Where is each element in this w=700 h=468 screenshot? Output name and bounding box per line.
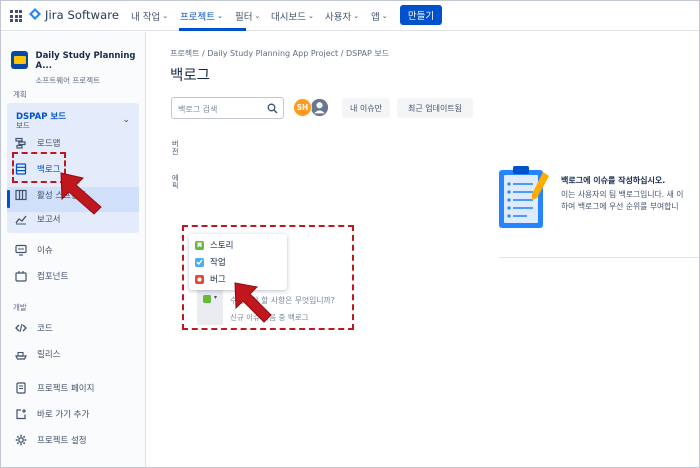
clipboard-illustration-icon	[499, 166, 549, 228]
nav-filters[interactable]: 필터 ⌄	[235, 9, 260, 23]
app-name: Jira Software	[45, 8, 120, 22]
roadmap-icon	[15, 137, 26, 149]
breadcrumb[interactable]: 프로젝트 / Daily Study Planning App Project …	[170, 48, 389, 59]
task-icon	[195, 257, 204, 267]
sidebar-item-issues[interactable]: 이슈	[15, 242, 53, 258]
avatar-user[interactable]: SH	[293, 98, 312, 117]
chevron-down-icon: ▾	[214, 294, 218, 301]
nav-dashboards[interactable]: 대시보드 ⌄	[271, 9, 314, 23]
filter-recently-updated-button[interactable]: 최근 업데이트됨	[397, 98, 473, 118]
sidebar-item-project-pages[interactable]: 프로젝트 페이지	[15, 380, 94, 396]
menu-item-bug[interactable]: 버그	[195, 272, 226, 286]
section-planning: 계획	[13, 90, 27, 99]
issue-type-selector[interactable]: ▾	[197, 290, 223, 325]
menu-item-label: 스토리	[210, 241, 234, 251]
chevron-down-icon: ⌄	[254, 12, 261, 20]
sidebar-item-code[interactable]: 코드	[15, 320, 53, 336]
active-nav-indicator	[179, 28, 246, 31]
add-shortcut-icon	[16, 409, 26, 420]
jira-window: Jira Software 내 작업 ⌄ 프로젝트 ⌄ 필터 ⌄ 대시보드 ⌄ 사용자 ⌄…	[0, 0, 700, 468]
jira-logo[interactable]: Jira Software	[29, 8, 119, 22]
nav-label: 내 작업	[131, 12, 161, 23]
chevron-down-icon[interactable]: ⌄	[122, 115, 130, 125]
jira-logo-icon	[29, 8, 41, 20]
issues-icon	[15, 244, 27, 256]
epics-panel-toggle[interactable]: 에픽	[172, 174, 180, 190]
nav-label: 필터	[235, 12, 253, 23]
project-name: Daily Study Planning A...	[35, 51, 136, 71]
sidebar-item-project-settings[interactable]: 프로젝트 설정	[15, 432, 87, 448]
sidebar-item-label: 로드맵	[37, 139, 61, 149]
nav-people[interactable]: 사용자 ⌄	[325, 9, 359, 23]
chevron-down-icon: ⌄	[353, 12, 360, 20]
board-sub: 보드	[16, 121, 30, 130]
sidebar-item-label: 바로 가기 추가	[37, 410, 90, 420]
ship-icon	[15, 351, 27, 360]
board-columns-icon	[15, 189, 27, 201]
sidebar-item-roadmap[interactable]: 로드맵	[15, 135, 60, 151]
page-title: 백로그	[170, 68, 211, 84]
backlog-divider	[499, 257, 699, 258]
sidebar-item-label: 프로젝트 페이지	[37, 384, 95, 394]
story-icon	[203, 295, 211, 303]
sidebar-item-components[interactable]: 컴포넌트	[15, 268, 68, 284]
sidebar-item-label: 코드	[37, 324, 53, 334]
search-icon	[267, 103, 278, 114]
nav-my-work[interactable]: 내 작업 ⌄	[131, 9, 168, 23]
nav-label: 대시보드	[271, 12, 306, 23]
search-placeholder: 백로그 검색	[178, 105, 218, 114]
chevron-down-icon: ⌄	[381, 12, 388, 20]
sidebar-item-label: 컴포넌트	[37, 272, 69, 282]
empty-state-line: 하여 백로그에 우선 순위를 부여합니	[561, 202, 679, 211]
project-header[interactable]: Daily Study Planning A... 소프트웨어 프로젝트	[11, 51, 145, 86]
nav-label: 프로젝트	[180, 12, 215, 23]
story-icon	[195, 240, 204, 250]
sidebar-item-label: 이슈	[37, 246, 53, 256]
sidebar-item-add-shortcut[interactable]: 바로 가기 추가	[15, 406, 89, 422]
page-icon	[16, 382, 26, 394]
menu-item-task[interactable]: 작업	[195, 255, 226, 269]
empty-state-line: 이는 사용자의 팀 백로그입니다. 새 이	[561, 190, 684, 199]
sidebar-item-reports[interactable]: 보고서	[15, 211, 60, 227]
menu-item-label: 작업	[210, 258, 226, 268]
nav-projects[interactable]: 프로젝트 ⌄	[180, 9, 223, 23]
project-avatar	[11, 51, 28, 69]
nav-label: 앱	[371, 12, 380, 23]
nav-label: 사용자	[325, 12, 352, 23]
backlog-active-bar	[7, 190, 10, 208]
gear-icon	[15, 434, 27, 446]
sidebar-item-releases[interactable]: 릴리스	[15, 346, 60, 362]
code-icon	[15, 323, 27, 333]
chevron-down-icon: ⌄	[216, 12, 223, 20]
menu-item-label: 버그	[210, 275, 226, 285]
app-switcher-icon[interactable]	[10, 10, 22, 22]
bug-icon	[195, 274, 204, 284]
empty-state-title: 백로그에 이슈를 작성하십시오.	[561, 176, 666, 185]
nav-apps[interactable]: 앱 ⌄	[371, 9, 388, 23]
annotation-arrow-icon	[60, 172, 102, 215]
create-button[interactable]: 만들기	[400, 5, 442, 25]
annotation-arrow-icon	[234, 282, 272, 323]
backlog-search-input[interactable]: 백로그 검색	[171, 97, 284, 119]
sidebar-item-label: 프로젝트 설정	[37, 436, 87, 446]
project-type: 소프트웨어 프로젝트	[35, 76, 100, 85]
component-icon	[15, 271, 27, 282]
filter-my-issues-button[interactable]: 내 이슈만	[342, 98, 390, 118]
project-sidebar: Daily Study Planning A... 소프트웨어 프로젝트 계획 …	[1, 32, 146, 467]
chart-line-icon	[15, 215, 27, 225]
menu-item-story[interactable]: 스토리	[195, 238, 233, 252]
top-navigation: Jira Software 내 작업 ⌄ 프로젝트 ⌄ 필터 ⌄ 대시보드 ⌄ 사용자 ⌄…	[1, 1, 699, 31]
empty-state-description: 이는 사용자의 팀 백로그입니다. 새 이 하여 백로그에 우선 순위를 부여합…	[561, 189, 683, 213]
chevron-down-icon: ⌄	[307, 12, 314, 20]
section-development: 개발	[13, 303, 27, 312]
chevron-down-icon: ⌄	[162, 12, 169, 20]
sidebar-item-label: 릴리스	[37, 350, 61, 360]
avatar-unassigned-icon[interactable]	[309, 97, 330, 118]
versions-panel-toggle[interactable]: 버전	[172, 140, 180, 156]
